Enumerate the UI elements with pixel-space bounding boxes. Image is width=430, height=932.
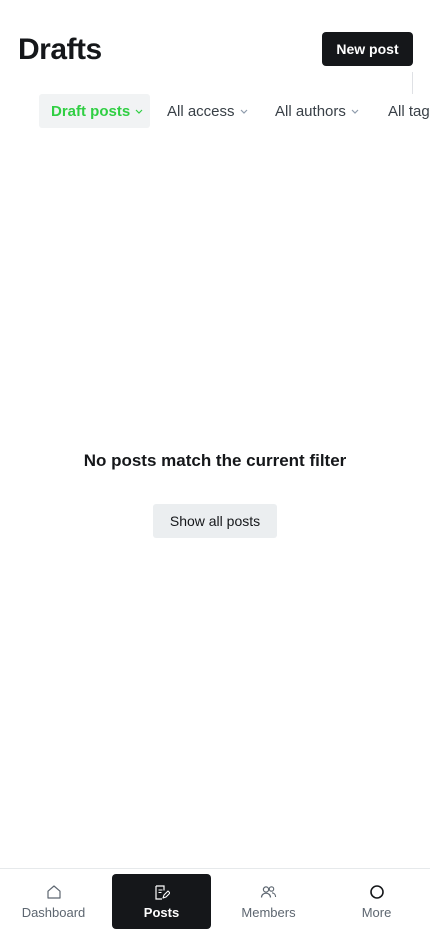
- tab-label: Posts: [143, 905, 180, 920]
- posts-page: Drafts New post Draft posts All access A…: [0, 0, 430, 932]
- filter-bar: Draft posts All access All authors All t…: [39, 94, 430, 128]
- access-filter-dropdown[interactable]: All access: [167, 94, 247, 128]
- chevron-down-icon: [135, 109, 143, 114]
- show-all-posts-button[interactable]: Show all posts: [153, 504, 277, 538]
- empty-state-message: No posts match the current filter: [83, 451, 347, 470]
- type-filter-dropdown[interactable]: Draft posts: [39, 94, 150, 128]
- tab-posts[interactable]: Posts: [112, 874, 211, 929]
- tag-filter-dropdown[interactable]: All tags: [388, 94, 430, 128]
- author-filter-label: All authors: [275, 102, 346, 120]
- tab-label: More: [361, 905, 392, 920]
- bottom-tab-bar: Dashboard Posts Members More: [0, 868, 430, 932]
- chevron-down-icon: [240, 109, 248, 114]
- page-title: Drafts: [18, 33, 102, 66]
- tab-members[interactable]: Members: [219, 874, 318, 929]
- new-post-button[interactable]: New post: [322, 32, 413, 66]
- chevron-down-icon: [351, 109, 359, 114]
- tab-label: Members: [241, 905, 296, 920]
- tab-dashboard[interactable]: Dashboard: [4, 874, 103, 929]
- tab-more[interactable]: More: [327, 874, 426, 929]
- access-filter-label: All access: [167, 102, 235, 120]
- home-icon: [46, 883, 62, 901]
- type-filter-label: Draft posts: [51, 102, 131, 120]
- circle-icon: [369, 883, 385, 901]
- edit-icon: [153, 883, 170, 901]
- tag-filter-label: All tags: [388, 102, 430, 120]
- divider: [412, 72, 413, 94]
- users-icon: [260, 883, 277, 901]
- tab-label: Dashboard: [21, 905, 86, 920]
- author-filter-dropdown[interactable]: All authors: [275, 94, 359, 128]
